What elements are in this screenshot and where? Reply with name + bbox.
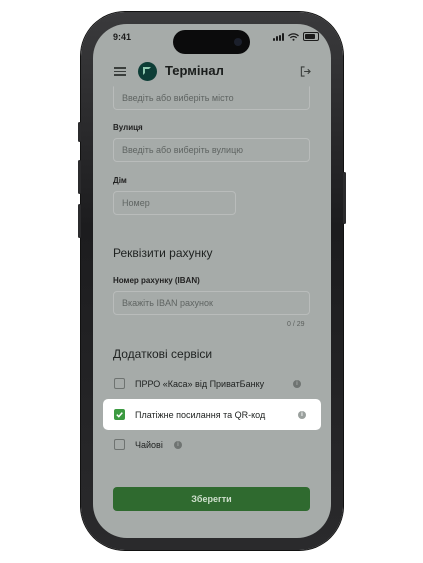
service-label-payment-link: Платіжне посилання та QR-код: [135, 410, 266, 420]
service-label-prro: ПРРО «Каса» від ПриватБанку: [135, 379, 265, 389]
city-placeholder: Введіть або виберіть місто: [122, 93, 234, 103]
iban-counter: 0 / 29: [287, 321, 305, 328]
info-icon[interactable]: i: [174, 441, 182, 449]
save-button[interactable]: Зберегти: [113, 487, 310, 511]
street-placeholder: Введіть або виберіть вулицю: [122, 145, 243, 155]
phone-volume-up: [78, 160, 81, 194]
dynamic-island: [173, 30, 250, 54]
status-time: 9:41: [113, 32, 132, 42]
app-title: Термінал: [165, 63, 224, 78]
info-icon[interactable]: i: [293, 380, 301, 388]
menu-icon[interactable]: [114, 67, 126, 76]
signal-icon: [273, 33, 284, 41]
bank-section-title: Реквізити рахунку: [113, 246, 213, 260]
house-placeholder: Номер: [122, 198, 150, 208]
services-section-title: Додаткові сервіси: [113, 347, 213, 361]
street-input[interactable]: Введіть або виберіть вулицю: [113, 138, 310, 162]
service-checkbox-payment-link[interactable]: [114, 409, 125, 420]
checkmark-icon: [116, 412, 123, 418]
app-header: Термінал: [93, 58, 331, 84]
service-row-payment-link[interactable]: Платіжне посилання та QR-код i: [103, 399, 321, 430]
service-label-tips: Чайові: [135, 440, 163, 450]
street-label: Вулиця: [113, 123, 143, 132]
camera-icon: [234, 38, 242, 46]
logout-icon[interactable]: [300, 66, 311, 77]
city-input[interactable]: Введіть або виберіть місто: [113, 86, 310, 110]
wifi-icon: [288, 32, 299, 41]
house-input[interactable]: Номер: [113, 191, 236, 215]
phone-volume-down: [78, 204, 81, 238]
phone-power-button: [343, 172, 346, 224]
iban-input[interactable]: Вкажіть IBAN рахунок: [113, 291, 310, 315]
house-label: Дім: [113, 176, 127, 185]
phone-mute-switch: [78, 122, 81, 142]
app-logo: [138, 62, 157, 81]
battery-icon: [303, 32, 319, 41]
status-icons: [273, 32, 319, 41]
app-screen: 9:41 Термінал Введіть або виберіть місто…: [93, 24, 331, 538]
iban-placeholder: Вкажіть IBAN рахунок: [122, 298, 213, 308]
info-icon[interactable]: i: [298, 411, 306, 419]
service-checkbox-prro[interactable]: [114, 378, 125, 389]
iban-label: Номер рахунку (IBAN): [113, 276, 200, 285]
service-checkbox-tips[interactable]: [114, 439, 125, 450]
